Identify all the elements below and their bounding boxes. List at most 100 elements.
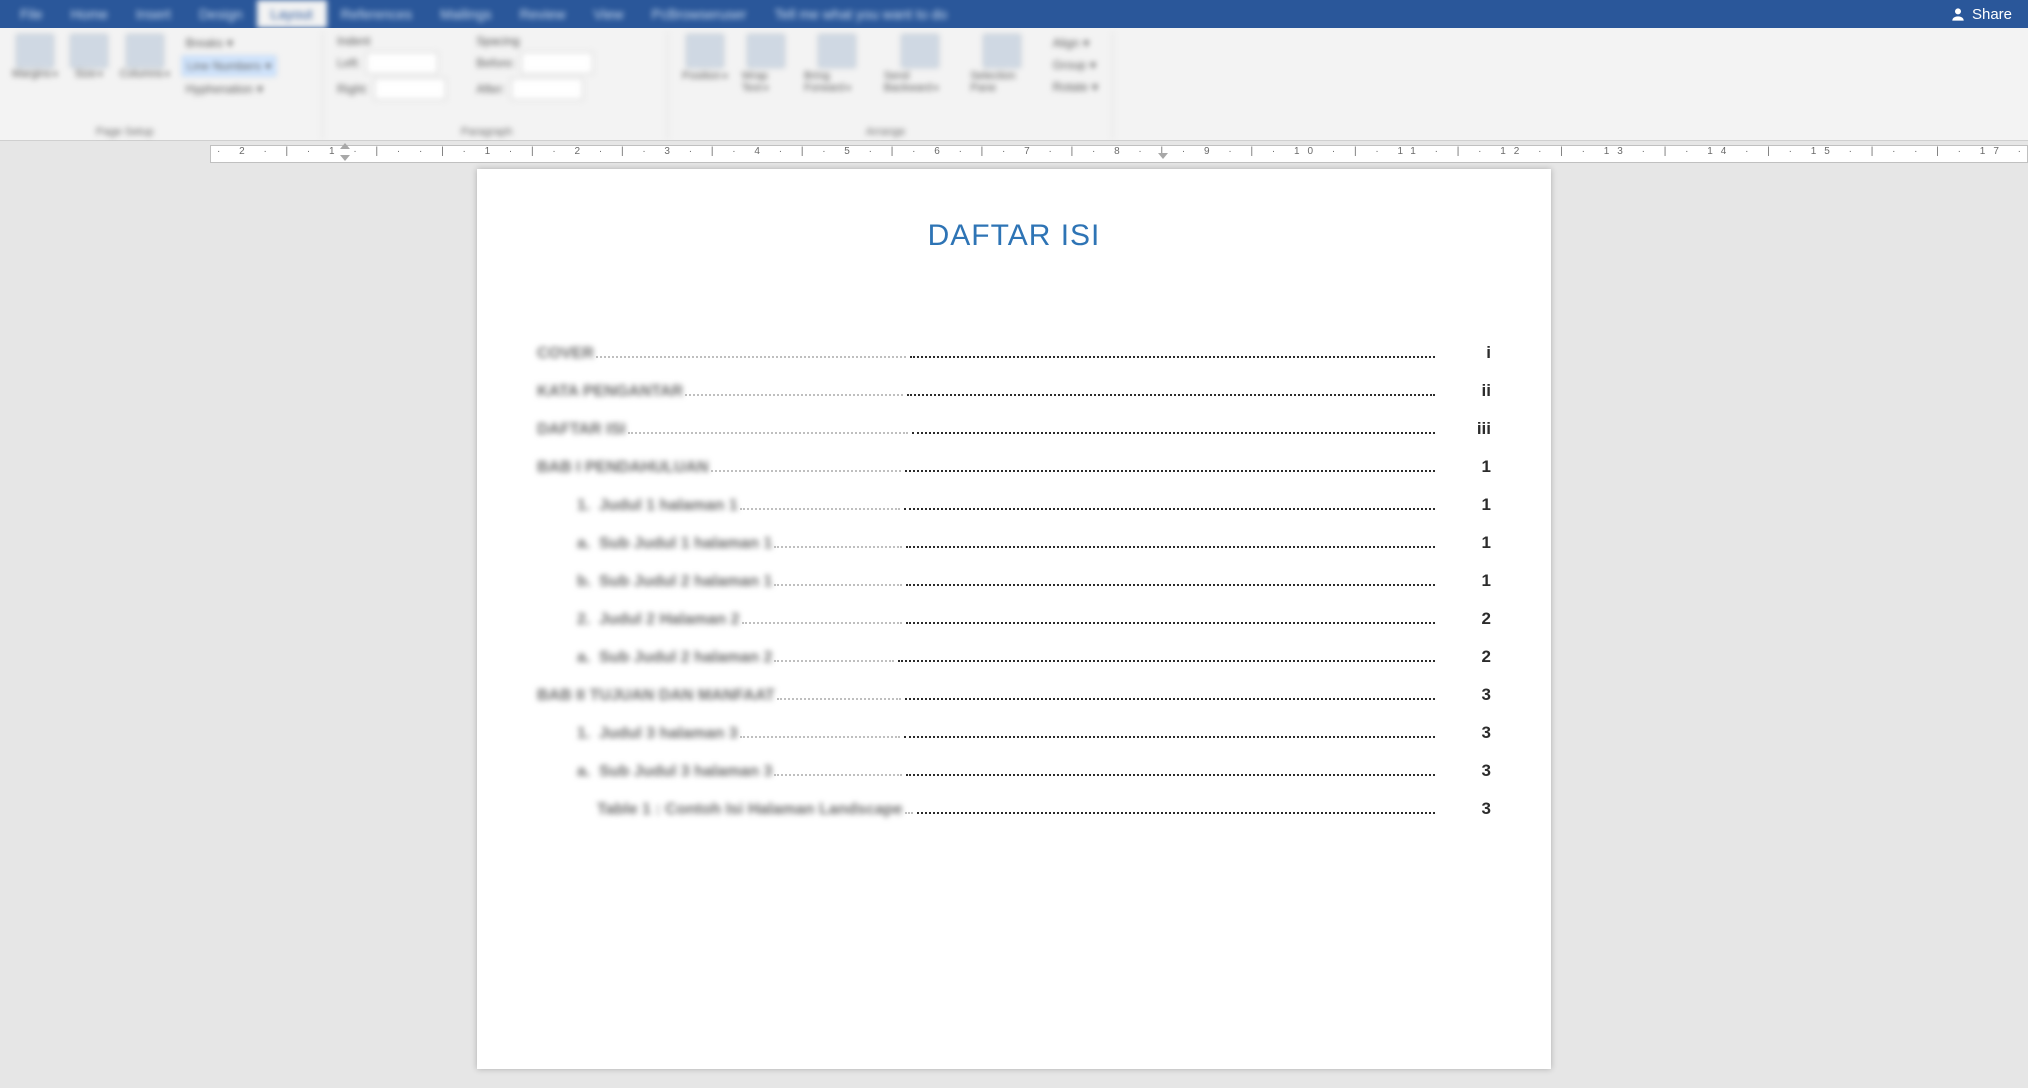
toc-leader-faint [905,812,913,814]
toc-leader-bold [906,584,1435,586]
horizontal-ruler[interactable]: · 2 · | · 1 · | · · | · 1 · | · 2 · | · … [210,145,2028,163]
document-title: DAFTAR ISI [537,219,1491,253]
toc-page-number: 1 [1439,495,1491,515]
toc-line: 1.Judul 1 halaman 1 1 [537,495,1491,515]
right-indent-marker[interactable] [1158,153,1168,159]
ruler-area: · 2 · | · 1 · | · · | · 1 · | · 2 · | · … [0,141,2028,163]
position-icon [686,34,724,68]
toc-line: KATA PENGANTAR ii [537,381,1491,401]
toc-leader-faint [628,432,908,434]
align-button[interactable]: Align ▾ [1049,34,1102,52]
tab-review[interactable]: Review [506,0,580,28]
indent-left-label: Left: [337,56,360,70]
selection-pane-button[interactable]: Selection Pane [970,70,1034,94]
toc-line: a.Sub Judul 1 halaman 11 [537,533,1491,553]
send-backward-button[interactable]: Send Backward [884,70,957,94]
toc-line: 1.Judul 3 halaman 3 3 [537,723,1491,743]
toc-entry-text: 1.Judul 1 halaman 1 [577,497,738,515]
toc-page-number: 3 [1439,723,1491,743]
paragraph-group-label: Paragraph [461,126,512,138]
arrange-group-label: Arrange [866,126,905,138]
toc-entry-text: Table 1 : Contoh Isi Halaman Landscape [597,801,903,819]
toc-leader-faint [774,584,902,586]
toc-leader-bold [917,812,1435,814]
toc-entry-text: COVER [537,345,594,363]
columns-button[interactable]: Columns [120,68,170,80]
tab-mailings[interactable]: Mailings [426,0,505,28]
indent-right-input[interactable] [374,78,446,100]
toc-entry-text: a.Sub Judul 2 halaman 2 [577,649,772,667]
toc-leader-bold [905,470,1435,472]
toc-leader-faint [742,622,902,624]
toc-leader-bold [904,736,1435,738]
toc-leader-bold [905,698,1435,700]
tab-file[interactable]: File [6,0,57,28]
hyphenation-button[interactable]: Hyphenation ▾ [182,80,277,98]
toc-line: 2.Judul 2 Halaman 2 2 [537,609,1491,629]
spacing-after-label: After: [476,82,505,96]
toc-page-number: 2 [1439,609,1491,629]
toc-leader-faint [774,660,894,662]
toc-leader-bold [898,660,1435,662]
bring-forward-button[interactable]: Bring Forward [804,70,870,94]
toc-entry-text: 2.Judul 2 Halaman 2 [577,611,740,629]
toc-line: Table 1 : Contoh Isi Halaman Landscape3 [537,799,1491,819]
toc-entry-text: KATA PENGANTAR [537,383,683,401]
wrap-text-button[interactable]: Wrap Text [742,70,790,94]
page-setup-group-label: Page Setup [96,126,154,138]
toc-leader-faint [596,356,906,358]
share-icon [1950,6,1966,22]
ribbon-group-arrange: Position Wrap Text Bring Forward Send Ba… [676,32,1113,140]
tab-insert[interactable]: Insert [122,0,185,28]
columns-icon [126,34,164,68]
share-button[interactable]: Share [1942,0,2020,28]
table-of-contents: COVER i KATA PENGANTAR ii DAFTAR ISI iii BAB I… [537,343,1491,819]
toc-page-number: 2 [1439,647,1491,667]
toc-page-number: ii [1439,381,1491,401]
ribbon-group-page-setup: Margins Size Columns Breaks ▾ Line Numbe… [6,32,323,140]
line-numbers-button[interactable]: Line Numbers ▾ [182,56,277,76]
toc-entry-text: DAFTAR ISI [537,421,626,439]
indent-label: Indent [337,34,446,48]
orientation-icon [70,34,108,68]
ribbon: Margins Size Columns Breaks ▾ Line Numbe… [0,28,2028,141]
tab-references[interactable]: References [327,0,427,28]
toc-leader-bold [907,394,1435,396]
spacing-label: Spacing [476,34,593,48]
orientation-button[interactable]: Size [75,68,103,80]
toc-page-number: 3 [1439,685,1491,705]
toc-line: BAB I PENDAHULUAN1 [537,457,1491,477]
toc-line: a.Sub Judul 2 halaman 2 2 [537,647,1491,667]
position-button[interactable]: Position [682,70,728,82]
toc-entry-text: BAB I PENDAHULUAN [537,459,709,477]
breaks-button[interactable]: Breaks ▾ [182,34,277,52]
margins-button[interactable]: Margins [12,68,58,80]
tab-home[interactable]: Home [57,0,122,28]
toc-page-number: iii [1439,419,1491,439]
toc-entry-text: 1.Judul 3 halaman 3 [577,725,738,743]
spacing-before-input[interactable] [521,52,593,74]
page[interactable]: DAFTAR ISI COVER i KATA PENGANTAR ii DAFTAR … [477,169,1551,1069]
toc-leader-faint [774,546,902,548]
group-button[interactable]: Group ▾ [1049,56,1102,74]
tab-tellme[interactable]: Tell me what you want to do [760,0,961,28]
toc-page-number: i [1439,343,1491,363]
rotate-button[interactable]: Rotate ▾ [1049,78,1102,96]
toc-line: b.Sub Judul 2 halaman 11 [537,571,1491,591]
toc-entry-text: b.Sub Judul 2 halaman 1 [577,573,772,591]
spacing-after-input[interactable] [511,78,583,100]
tab-layout[interactable]: Layout [257,0,327,28]
bring-forward-icon [818,34,856,68]
toc-leader-faint [740,508,900,510]
toc-leader-faint [777,698,901,700]
toc-leader-bold [910,356,1435,358]
toc-leader-bold [904,508,1435,510]
selection-pane-icon [983,34,1021,68]
indent-left-input[interactable] [366,52,438,74]
left-indent-marker[interactable] [340,143,350,161]
tab-view[interactable]: View [579,0,637,28]
tab-design[interactable]: Design [185,0,257,28]
margins-icon [16,34,54,68]
toc-leader-bold [906,774,1435,776]
tab-addin[interactable]: PcBrowseruser [638,0,761,28]
